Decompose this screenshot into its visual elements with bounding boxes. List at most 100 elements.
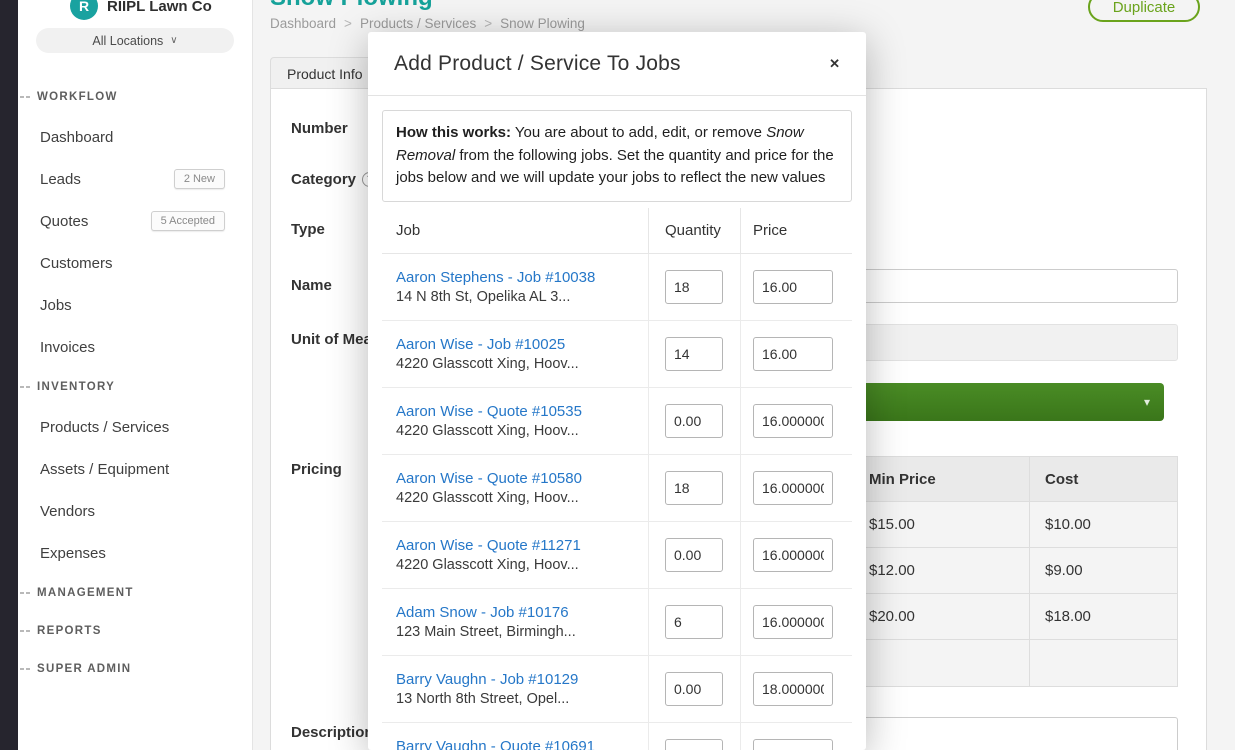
sidebar-item-vendors[interactable]: Vendors (18, 490, 252, 532)
job-address: 4220 Glasscott Xing, Hoov... (396, 557, 579, 573)
caret-down-icon: ▾ (1144, 395, 1150, 409)
price-input[interactable] (753, 471, 833, 505)
job-link[interactable]: Barry Vaughn - Quote #10691 (396, 738, 595, 750)
section-label: MANAGEMENT (37, 587, 134, 599)
price-input[interactable] (753, 538, 833, 572)
location-selector[interactable]: All Locations ∨ (36, 28, 234, 53)
section-dash-icon (20, 386, 30, 388)
label-pricing: Pricing (291, 461, 342, 478)
job-link[interactable]: Aaron Wise - Quote #10535 (396, 403, 582, 420)
nav-item-label: Assets / Equipment (40, 461, 169, 478)
pricing-cell (1029, 640, 1179, 686)
sidebar-section-reports: REPORTS (18, 612, 252, 650)
job-address: 4220 Glasscott Xing, Hoov... (396, 356, 579, 372)
section-label: REPORTS (37, 625, 102, 637)
quantity-input[interactable] (665, 404, 723, 438)
sidebar-item-leads[interactable]: Leads 2 New (18, 158, 252, 200)
sidebar-item-quotes[interactable]: Quotes 5 Accepted (18, 200, 252, 242)
sidebar-item-products-services[interactable]: Products / Services (18, 406, 252, 448)
sidebar-item-dashboard[interactable]: Dashboard (18, 116, 252, 158)
section-dash-icon (20, 668, 30, 670)
quantity-input[interactable] (665, 270, 723, 304)
section-label: INVENTORY (37, 381, 115, 393)
note-text: You are about to add, edit, or remove (511, 124, 766, 141)
sidebar-item-jobs[interactable]: Jobs (18, 284, 252, 326)
sidebar-item-customers[interactable]: Customers (18, 242, 252, 284)
job-row: Aaron Wise - Quote #11271 4220 Glasscott… (382, 522, 852, 589)
sidebar-item-assets-equipment[interactable]: Assets / Equipment (18, 448, 252, 490)
pricing-cell: $12.00 (853, 548, 1029, 593)
price-input[interactable] (753, 337, 833, 371)
duplicate-button[interactable]: Duplicate (1088, 0, 1200, 22)
nav-badge: 5 Accepted (151, 211, 225, 231)
breadcrumb: Dashboard > Products / Services > Snow Plowi… (270, 16, 585, 31)
job-row: Aaron Stephens - Job #10038 14 N 8th St,… (382, 254, 852, 321)
job-link[interactable]: Aaron Wise - Job #10025 (396, 336, 565, 353)
job-link[interactable]: Aaron Stephens - Job #10038 (396, 269, 595, 286)
breadcrumb-item-dashboard[interactable]: Dashboard (270, 16, 336, 31)
price-input[interactable] (753, 739, 833, 750)
price-input[interactable] (753, 605, 833, 639)
note-text-end: from the following jobs. Set the quantit… (396, 147, 834, 187)
sidebar-item-invoices[interactable]: Invoices (18, 326, 252, 368)
sidebar-section-workflow: WORKFLOW (18, 78, 252, 116)
quantity-input[interactable] (665, 739, 723, 750)
job-link[interactable]: Aaron Wise - Quote #10580 (396, 470, 582, 487)
job-link[interactable]: Aaron Wise - Quote #11271 (396, 537, 581, 554)
how-this-works-note: How this works: You are about to add, ed… (382, 110, 852, 202)
breadcrumb-separator: > (344, 16, 352, 31)
sidebar: R RIIPL Lawn Co All Locations ∨ WORKFLOW… (18, 0, 253, 750)
price-input[interactable] (753, 270, 833, 304)
sidebar-item-expenses[interactable]: Expenses (18, 532, 252, 574)
nav-item-label: Jobs (40, 297, 72, 314)
quantity-input[interactable] (665, 471, 723, 505)
job-address: 4220 Glasscott Xing, Hoov... (396, 423, 579, 439)
job-link[interactable]: Adam Snow - Job #10176 (396, 604, 569, 621)
job-row: Adam Snow - Job #10176 123 Main Street, … (382, 589, 852, 656)
note-bold-lead: How this works: (396, 124, 511, 141)
breadcrumb-separator: > (484, 16, 492, 31)
breadcrumb-item-products-services[interactable]: Products / Services (360, 16, 476, 31)
job-link[interactable]: Barry Vaughn - Job #10129 (396, 671, 578, 688)
nav-item-label: Leads (40, 171, 81, 188)
jobs-col-quantity: Quantity (648, 208, 740, 253)
jobs-table: Job Quantity Price Aaron Stephens - Job … (382, 208, 852, 750)
brand: R RIIPL Lawn Co (70, 0, 212, 20)
pricing-cell (853, 640, 1029, 686)
job-row: Aaron Wise - Job #10025 4220 Glasscott X… (382, 321, 852, 388)
close-icon[interactable]: ✕ (829, 57, 840, 70)
jobs-col-job: Job (382, 222, 648, 239)
company-name: RIIPL Lawn Co (107, 0, 212, 15)
quantity-input[interactable] (665, 538, 723, 572)
add-product-service-modal: Add Product / Service To Jobs ✕ How this… (368, 32, 866, 750)
pricing-col-cost: Cost (1029, 457, 1179, 501)
quantity-input[interactable] (665, 337, 723, 371)
job-address: 13 North 8th Street, Opel... (396, 691, 569, 707)
quantity-input[interactable] (665, 672, 723, 706)
pricing-cell: $20.00 (853, 594, 1029, 639)
pricing-cell: $10.00 (1029, 502, 1179, 547)
nav-item-label: Vendors (40, 503, 95, 520)
job-address: 4220 Glasscott Xing, Hoov... (396, 490, 579, 506)
company-logo: R (70, 0, 98, 20)
pricing-cell: $15.00 (853, 502, 1029, 547)
pricing-cell: $9.00 (1029, 548, 1179, 593)
label-number: Number (291, 120, 348, 137)
nav-item-label: Customers (40, 255, 113, 272)
nav-badge: 2 New (174, 169, 225, 189)
section-dash-icon (20, 592, 30, 594)
price-input[interactable] (753, 672, 833, 706)
section-dash-icon (20, 96, 30, 98)
breadcrumb-item-snow-plowing: Snow Plowing (500, 16, 585, 31)
nav-item-label: Quotes (40, 213, 88, 230)
price-input[interactable] (753, 404, 833, 438)
jobs-table-header: Job Quantity Price (382, 208, 852, 254)
label-category: Category ? (291, 171, 377, 188)
chevron-down-icon: ∨ (170, 35, 177, 46)
label-type: Type (291, 221, 325, 238)
logo-letter: R (79, 0, 89, 14)
quantity-input[interactable] (665, 605, 723, 639)
section-label: WORKFLOW (37, 91, 118, 103)
job-address: 14 N 8th St, Opelika AL 3... (396, 289, 570, 305)
nav-item-label: Products / Services (40, 419, 169, 436)
